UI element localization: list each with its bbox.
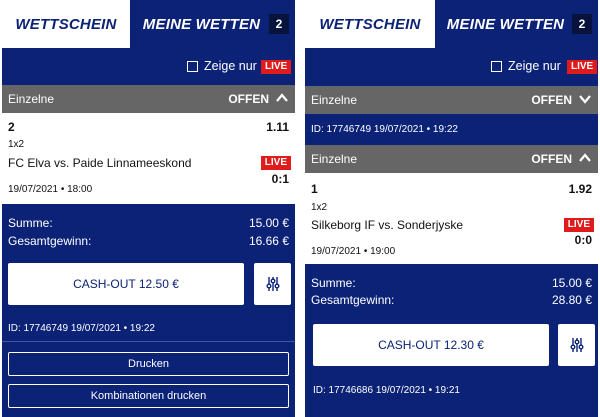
stake-value: 15.00 € xyxy=(248,216,289,230)
tab-label: MEINE WETTEN xyxy=(142,15,261,33)
bet-market: 1x2 xyxy=(311,202,328,213)
live-badge: LIVE xyxy=(261,60,292,74)
live-score: 0:0 xyxy=(574,233,592,247)
tab-label: MEINE WETTEN xyxy=(446,15,565,33)
section-status: OFFEN xyxy=(531,93,572,107)
tab-bar: WETTSCHEIN MEINE WETTEN 2 xyxy=(2,0,295,48)
bet-id: ID: 17746686 19/07/2021 • 19:21 xyxy=(313,385,460,396)
bet-card: 1 1.92 1x2 Silkeborg IF vs. Sonderjyske … xyxy=(305,173,598,264)
cash-out-label: CASH-OUT 12.50 € xyxy=(73,277,179,291)
live-badge: LIVE xyxy=(260,156,291,170)
tab-bar: WETTSCHEIN MEINE WETTEN 2 xyxy=(305,0,598,48)
bet-selection: 1 xyxy=(311,182,318,196)
live-filter-label: Zeige nur xyxy=(204,59,257,73)
print-combinations-label: Kombinationen drucken xyxy=(90,390,207,402)
stake-label: Summe: xyxy=(311,276,356,290)
print-label: Drucken xyxy=(128,358,169,370)
bet-datetime: 19/07/2021 • 18:00 xyxy=(8,184,93,195)
cash-out-settings-button[interactable] xyxy=(254,263,291,305)
cash-out-label: CASH-OUT 12.30 € xyxy=(378,338,484,352)
chevron-up-icon xyxy=(579,153,591,162)
bet-id: ID: 17746749 19/07/2021 • 19:22 xyxy=(311,124,458,135)
bet-odds: 1.92 xyxy=(568,182,592,196)
live-filter-row: Zeige nur LIVE xyxy=(305,48,598,84)
tab-meine-wetten[interactable]: MEINE WETTEN 2 xyxy=(435,0,598,48)
tab-label: WETTSCHEIN xyxy=(319,15,421,33)
bet-slip-panel-right: WETTSCHEIN MEINE WETTEN 2 Zeige nur LIVE… xyxy=(305,0,598,417)
live-badge: LIVE xyxy=(563,218,594,232)
total-win-label: Gesamtgewinn: xyxy=(8,234,92,248)
cash-out-button[interactable]: CASH-OUT 12.30 € xyxy=(313,324,549,366)
cash-out-button[interactable]: CASH-OUT 12.50 € xyxy=(8,263,244,305)
divider xyxy=(2,341,295,342)
section-title: Einzelne xyxy=(311,152,358,166)
tab-wettschein[interactable]: WETTSCHEIN xyxy=(305,0,435,48)
stake-value: 15.00 € xyxy=(551,276,592,290)
bet-count-badge: 2 xyxy=(269,14,289,34)
tab-label: WETTSCHEIN xyxy=(15,15,117,33)
single-bet-section-header[interactable]: Einzelne OFFEN xyxy=(2,85,295,113)
bet-datetime: 19/07/2021 • 19:00 xyxy=(311,246,396,257)
section-status: OFFEN xyxy=(228,92,269,106)
collapsed-bet-section-header[interactable]: Einzelne OFFEN xyxy=(305,86,598,114)
bet-summary: Summe: 15.00 € Gesamtgewinn: 28.80 € xyxy=(305,264,598,314)
chevron-down-icon xyxy=(579,95,591,104)
single-bet-section-header[interactable]: Einzelne OFFEN xyxy=(305,145,598,173)
live-badge: LIVE xyxy=(567,60,598,74)
cash-out-settings-button[interactable] xyxy=(558,324,595,366)
stake-label: Summe: xyxy=(8,216,53,230)
section-title: Einzelne xyxy=(311,93,358,107)
sliders-icon xyxy=(266,277,279,291)
print-combinations-button[interactable]: Kombinationen drucken xyxy=(8,384,289,408)
tab-meine-wetten[interactable]: MEINE WETTEN 2 xyxy=(130,0,295,48)
tab-wettschein[interactable]: WETTSCHEIN xyxy=(2,0,130,48)
print-button[interactable]: Drucken xyxy=(8,352,289,376)
sliders-icon xyxy=(570,338,583,352)
bet-odds: 1.11 xyxy=(266,120,289,134)
section-status: OFFEN xyxy=(531,152,572,166)
total-win-value: 16.66 € xyxy=(248,234,289,248)
bet-id: ID: 17746749 19/07/2021 • 19:22 xyxy=(8,323,155,334)
chevron-up-icon xyxy=(276,93,288,102)
bet-market: 1x2 xyxy=(8,139,25,150)
total-win-label: Gesamtgewinn: xyxy=(311,293,395,307)
live-only-checkbox[interactable] xyxy=(187,61,198,72)
bet-selection: 2 xyxy=(8,120,15,134)
bet-card: 2 1.11 1x2 FC Elva vs. Paide Linnameesko… xyxy=(2,113,295,204)
total-win-value: 28.80 € xyxy=(551,293,592,307)
bet-count-badge: 2 xyxy=(572,14,592,34)
live-filter-label: Zeige nur xyxy=(508,59,561,73)
bet-slip-panel-left: WETTSCHEIN MEINE WETTEN 2 Zeige nur LIVE… xyxy=(2,0,295,417)
bet-match: Silkeborg IF vs. Sonderjyske xyxy=(311,218,464,232)
live-filter-row: Zeige nur LIVE xyxy=(2,48,295,84)
bet-match: FC Elva vs. Paide Linnameeskond xyxy=(8,156,192,170)
live-score: 0:1 xyxy=(271,172,289,186)
section-title: Einzelne xyxy=(8,92,55,106)
bet-summary: Summe: 15.00 € Gesamtgewinn: 16.66 € xyxy=(2,204,295,260)
live-only-checkbox[interactable] xyxy=(491,61,502,72)
